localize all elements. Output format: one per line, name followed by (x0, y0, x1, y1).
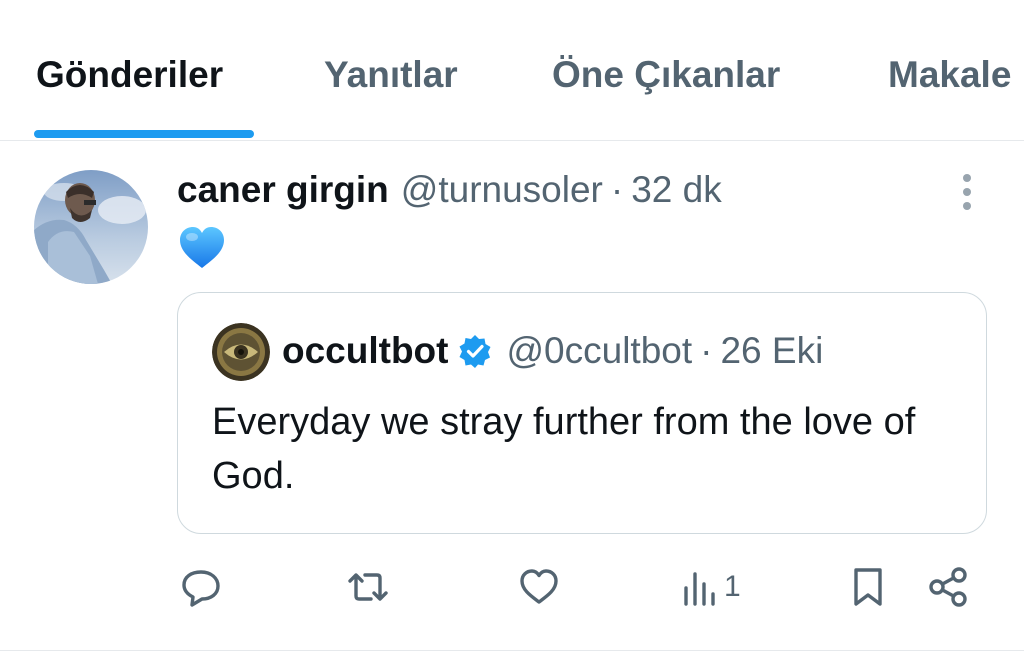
quoted-header: occultbot @0ccultbot · 26 Eki (282, 329, 823, 373)
like-icon (520, 569, 558, 604)
tab-posts[interactable]: Gönderiler (36, 54, 223, 96)
avatar[interactable] (34, 170, 148, 284)
quoted-post[interactable]: occultbot @0ccultbot · 26 Eki Everyday w… (177, 292, 987, 534)
divider (0, 650, 1024, 651)
bookmark-icon (854, 568, 882, 606)
blue-heart-emoji (178, 224, 226, 272)
quoted-text: Everyday we stray further from the love … (212, 401, 916, 497)
quoted-handle[interactable]: @0ccultbot (506, 330, 692, 372)
post-time[interactable]: 32 dk (631, 169, 722, 211)
user-handle[interactable]: @turnusoler (401, 169, 603, 211)
tab-replies[interactable]: Yanıtlar (324, 54, 458, 96)
more-options-icon[interactable] (954, 170, 980, 214)
share-button[interactable] (928, 566, 970, 608)
quoted-date[interactable]: 26 Eki (720, 330, 823, 372)
views-count: 1 (724, 570, 741, 603)
active-tab-indicator (34, 130, 254, 138)
reply-icon (182, 570, 220, 607)
views-button[interactable]: 1 (682, 566, 741, 608)
like-button[interactable] (518, 566, 560, 608)
separator-dot: · (700, 330, 713, 371)
bookmark-button[interactable] (850, 566, 886, 608)
verified-badge-icon (459, 335, 491, 368)
profile-tabs: Gönderiler Yanıtlar Öne Çıkanlar Makale (0, 0, 1024, 141)
repost-icon (348, 573, 388, 601)
tab-highlights[interactable]: Öne Çıkanlar (552, 54, 780, 96)
quoted-display-name[interactable]: occultbot (282, 330, 448, 372)
reply-button[interactable] (180, 566, 222, 608)
separator-dot: · (610, 169, 624, 210)
post-header: caner girgin @turnusoler · 32 dk (177, 168, 722, 212)
repost-button[interactable] (344, 566, 392, 608)
quoted-avatar[interactable] (212, 323, 270, 381)
views-icon (684, 572, 715, 606)
share-icon (929, 567, 967, 607)
display-name[interactable]: caner girgin (177, 169, 389, 211)
tab-articles[interactable]: Makale (888, 54, 1011, 96)
